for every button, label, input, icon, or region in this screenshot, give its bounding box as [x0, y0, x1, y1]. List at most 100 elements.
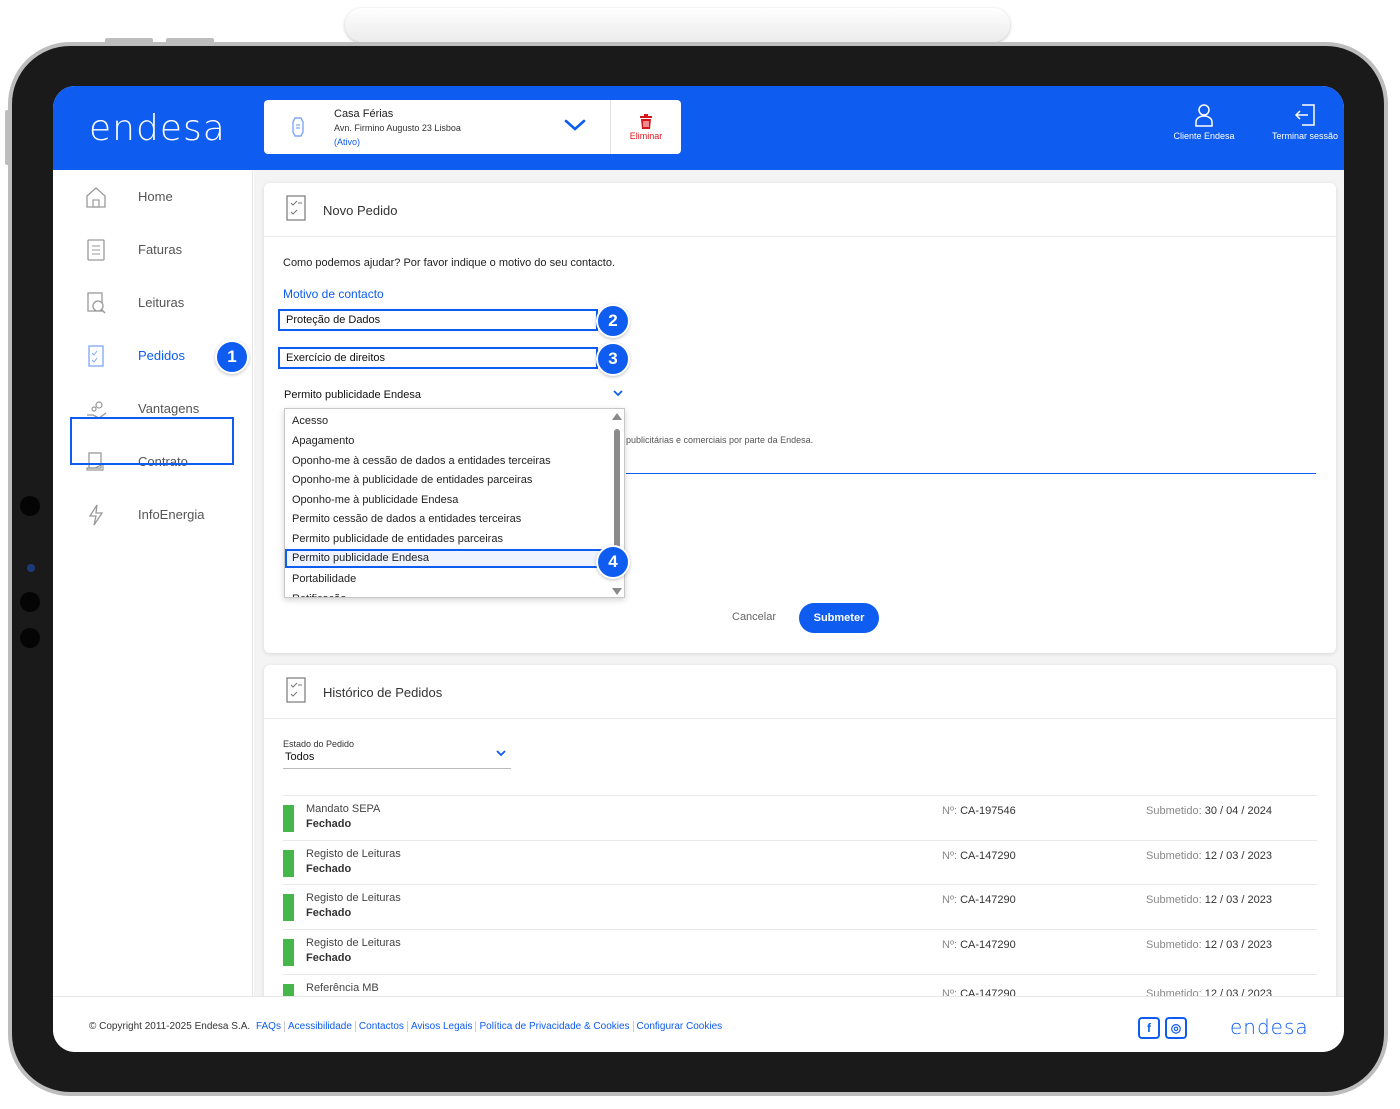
top-button [105, 38, 153, 44]
dropdown-option[interactable]: Acesso [285, 412, 611, 431]
dropdown-option[interactable]: Permito publicidade de entidades parceir… [285, 530, 611, 549]
request-state: Fechado [306, 952, 352, 964]
client-account-button[interactable]: Cliente Endesa [1163, 103, 1245, 141]
card-title: Histórico de Pedidos [323, 685, 443, 700]
dropdown-option[interactable]: Portabilidade [285, 570, 611, 589]
number-value: CA-147290 [960, 850, 1016, 862]
address-street: Avn. Firmino Augusto 23 Lisboa [334, 123, 461, 133]
status-indicator [283, 894, 294, 921]
sidebar-item-faturas[interactable]: Faturas [53, 230, 253, 270]
screen: endesa Casa Férias Avn. Firmino Augusto … [53, 86, 1344, 1052]
top-button [166, 38, 214, 44]
number-value: CA-147290 [960, 894, 1016, 906]
apple-pencil [345, 8, 1010, 42]
dropdown-option[interactable]: Oponho-me à publicidade de entidades par… [285, 471, 611, 490]
delete-button[interactable]: Eliminar [611, 100, 681, 154]
footer-link-contacts[interactable]: Contactos [354, 1021, 407, 1032]
date-prefix: Submetido: [1146, 988, 1202, 996]
request-date: Submetido: 30 / 04 / 2024 [1146, 805, 1272, 817]
footer-link-privacy[interactable]: Política de Privacidade & Cookies [475, 1021, 633, 1032]
table-row[interactable]: Registo de Leituras Fechado Nº: CA-14729… [283, 884, 1317, 929]
sidebar-item-leituras[interactable]: Leituras [53, 283, 253, 323]
sidebar-item-label: InfoEnergia [138, 507, 205, 522]
chevron-down-icon[interactable] [564, 118, 586, 132]
request-type: Mandato SEPA [306, 803, 381, 815]
address-name: Casa Férias [334, 108, 394, 120]
number-prefix: Nº: [942, 894, 958, 906]
cancel-button[interactable]: Cancelar [732, 611, 776, 623]
status-indicator [283, 805, 294, 832]
request-date: Submetido: 12 / 03 / 2023 [1146, 988, 1272, 996]
delete-label: Eliminar [629, 131, 663, 141]
card-header: Histórico de Pedidos [264, 665, 1336, 719]
request-icon [88, 345, 104, 367]
status-filter-select[interactable]: Todos [283, 750, 511, 769]
table-row[interactable]: Mandato SEPA Fechado Nº: CA-197546 Subme… [283, 795, 1317, 840]
date-value: 12 / 03 / 2023 [1204, 988, 1272, 996]
copyright-text: © Copyright 2011-2025 Endesa S.A. [89, 1021, 251, 1032]
scroll-up-arrow[interactable] [612, 413, 622, 420]
sidebar-item-label: Leituras [138, 295, 185, 310]
footer-link-legal[interactable]: Avisos Legais [406, 1021, 476, 1032]
submit-button[interactable]: Submeter [799, 603, 879, 633]
chevron-down-icon [496, 750, 506, 757]
number-value: CA-197546 [960, 805, 1016, 817]
main-content: Novo Pedido Como podemos ajudar? Por fav… [254, 170, 1344, 996]
meter-icon [292, 117, 304, 137]
invoice-icon [87, 239, 105, 261]
logout-button[interactable]: Terminar sessão [1267, 103, 1343, 141]
rights-type-select[interactable]: Exercício de direitos [278, 347, 598, 369]
table-row[interactable]: Registo de Leituras Fechado Nº: CA-14729… [283, 929, 1317, 974]
camera-lens [27, 564, 35, 572]
step-callout-4: 4 [596, 545, 630, 579]
highlight-box [70, 417, 234, 465]
footer-link-faqs[interactable]: FAQs [253, 1021, 284, 1032]
options-dropdown[interactable]: Acesso Apagamento Oponho-me à cessão de … [284, 408, 625, 598]
sidebar: Home Faturas Leituras Pedidos Vantagens … [53, 170, 253, 996]
request-state: Fechado [306, 818, 352, 830]
date-prefix: Submetido: [1146, 939, 1202, 951]
top-header: endesa Casa Férias Avn. Firmino Augusto … [53, 86, 1344, 170]
scroll-down-arrow[interactable] [612, 588, 622, 595]
side-button [5, 110, 10, 165]
date-value: 30 / 04 / 2024 [1204, 805, 1272, 817]
contact-prompt: Como podemos ajudar? Por favor indique o… [283, 257, 616, 269]
endesa-logo[interactable]: endesa [89, 108, 226, 149]
facebook-icon[interactable]: f [1138, 1017, 1160, 1039]
status-indicator [283, 850, 294, 877]
energy-icon [88, 504, 104, 526]
number-value: CA-147290 [960, 939, 1016, 951]
dropdown-option[interactable]: Permito cessão de dados a entidades terc… [285, 510, 611, 529]
instagram-icon[interactable]: ◎ [1165, 1017, 1187, 1039]
rights-option-select[interactable]: Permito publicidade Endesa [284, 389, 624, 409]
meter-reading-icon [87, 292, 106, 314]
consent-info-text: publicitárias e comerciais por parte da … [626, 435, 814, 445]
dropdown-option-highlighted[interactable]: Permito publicidade Endesa [285, 549, 607, 568]
footer-link-cookies[interactable]: Configurar Cookies [632, 1021, 726, 1032]
contact-reason-select[interactable]: Proteção de Dados [278, 309, 598, 331]
footer-links: © Copyright 2011-2025 Endesa S.A. FAQs Ac… [89, 1021, 726, 1032]
camera-dot [20, 628, 40, 648]
request-number: Nº: CA-147290 [942, 939, 1016, 951]
number-prefix: Nº: [942, 850, 958, 862]
request-icon [286, 195, 306, 221]
sidebar-item-home[interactable]: Home [53, 177, 253, 217]
step-callout-1: 1 [215, 340, 249, 374]
dropdown-option[interactable]: Apagamento [285, 432, 611, 451]
endesa-logo-footer: endesa [1230, 1015, 1309, 1039]
trash-icon [640, 114, 652, 129]
request-icon [286, 677, 306, 703]
sidebar-item-label: Vantagens [138, 401, 200, 416]
footer-link-accessibility[interactable]: Acessibilidade [283, 1021, 355, 1032]
address-status: (Ativo) [334, 137, 361, 147]
dropdown-option[interactable]: Oponho-me à cessão de dados a entidades … [285, 452, 611, 471]
dropdown-option[interactable]: Retificação [285, 590, 611, 597]
logout-icon [1294, 104, 1315, 126]
request-number: Nº: CA-147290 [942, 894, 1016, 906]
sidebar-item-infoenergia[interactable]: InfoEnergia [53, 495, 253, 535]
table-row[interactable]: Registo de Leituras Fechado Nº: CA-14729… [283, 840, 1317, 885]
table-row[interactable]: Referência MB Nº: CA-147290 Submetido: 1… [283, 974, 1317, 996]
address-selector[interactable]: Casa Férias Avn. Firmino Augusto 23 Lisb… [264, 100, 681, 154]
dropdown-option[interactable]: Oponho-me à publicidade Endesa [285, 491, 611, 510]
request-state: Fechado [306, 863, 352, 875]
